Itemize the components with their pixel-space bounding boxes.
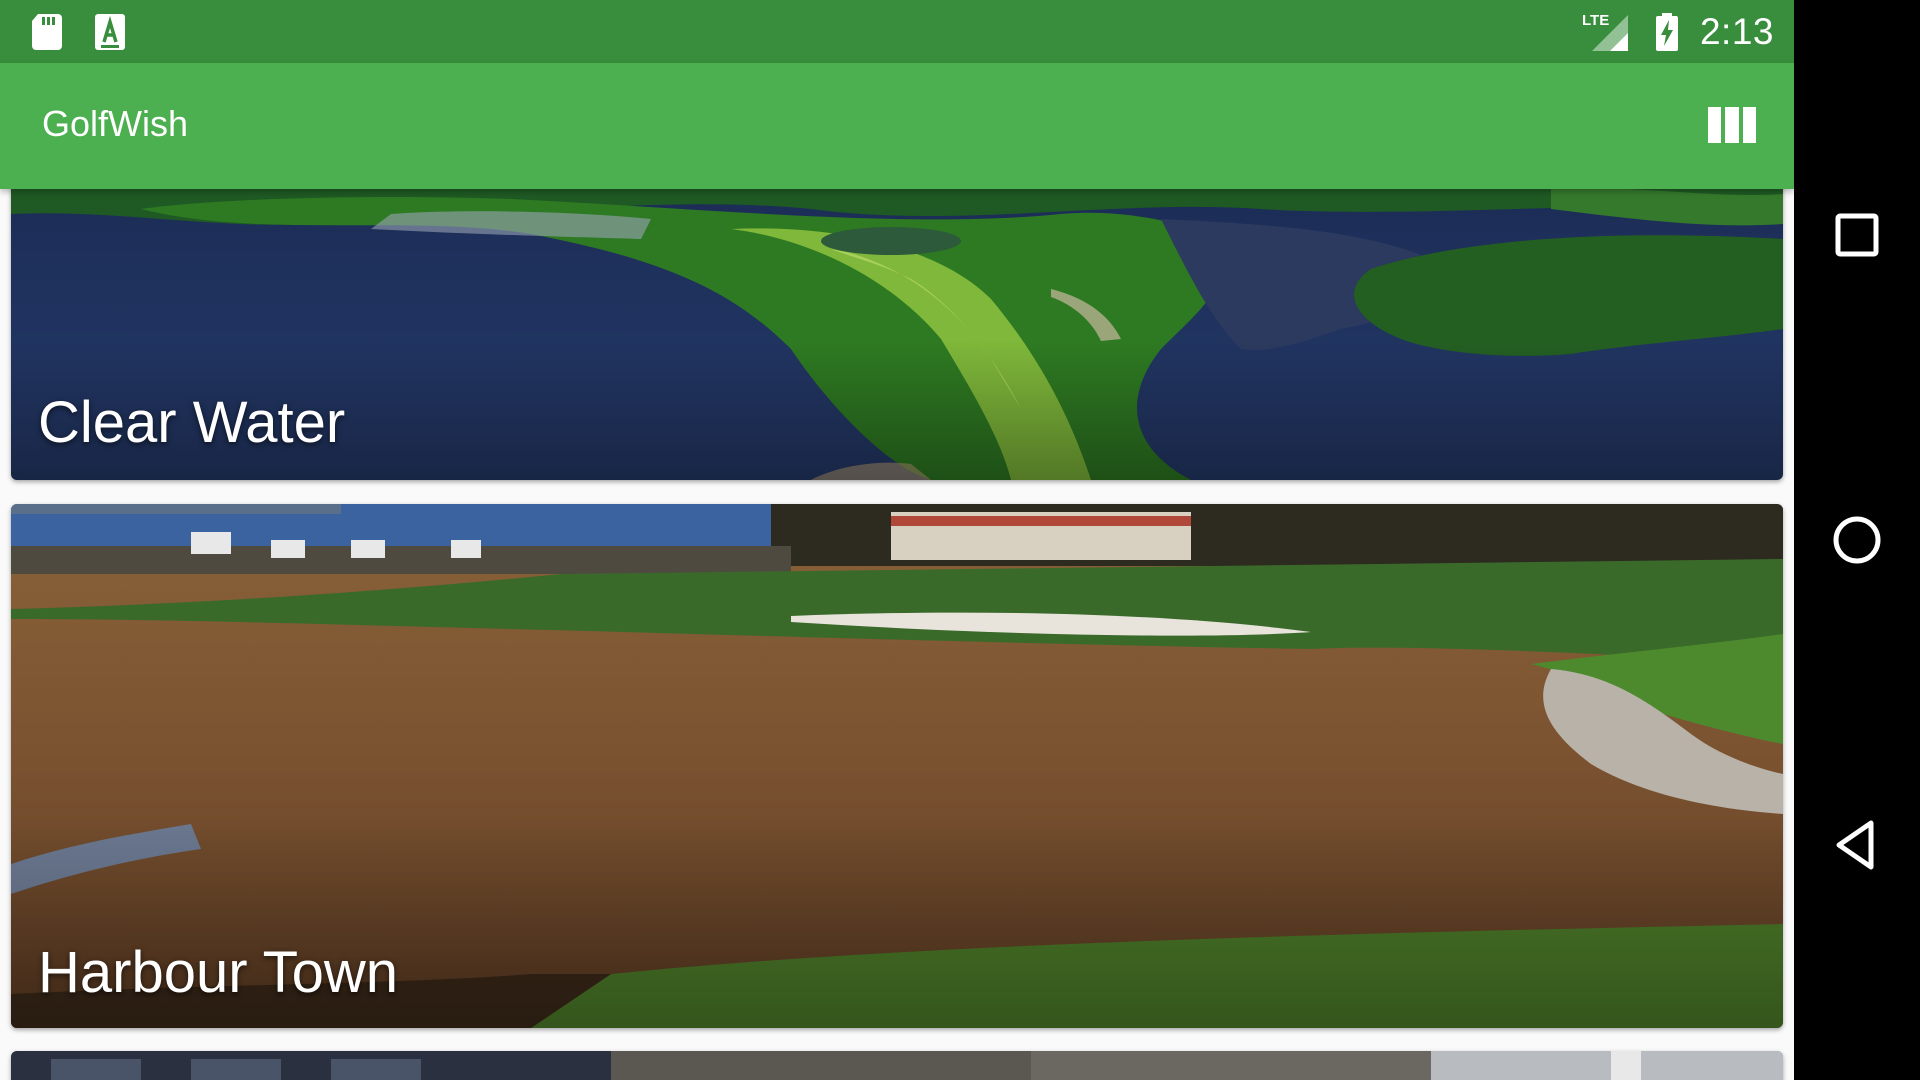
- battery-charging-icon: [1655, 12, 1678, 51]
- app-screen: LTE 2:13 GolfWish Clear Water Harbour To…: [0, 0, 1794, 1080]
- status-bar: LTE 2:13: [0, 0, 1794, 63]
- signal-lte-icon: LTE: [1582, 12, 1628, 51]
- app-title: GolfWish: [42, 103, 189, 144]
- svg-text:LTE: LTE: [1582, 12, 1609, 29]
- home-icon[interactable]: [1827, 510, 1887, 570]
- clock: 2:13: [1699, 10, 1774, 52]
- course-photo: [11, 1051, 1783, 1080]
- app-bar: GolfWish: [0, 63, 1794, 189]
- course-name: Clear Water: [38, 390, 346, 455]
- course-card[interactable]: Clear Water: [11, 189, 1783, 480]
- recents-icon[interactable]: [1827, 205, 1887, 265]
- text-a-icon: [95, 14, 125, 50]
- course-card[interactable]: [11, 1051, 1783, 1080]
- course-name: Harbour Town: [38, 940, 399, 1005]
- sd-card-icon: [32, 14, 62, 50]
- view-column-icon[interactable]: [1708, 107, 1756, 143]
- course-list[interactable]: Clear Water Harbour Town: [0, 189, 1794, 1080]
- status-bar-right: LTE 2:13: [1582, 0, 1774, 63]
- navigation-bar: [1794, 0, 1920, 1080]
- back-icon[interactable]: [1827, 815, 1887, 875]
- course-card[interactable]: Harbour Town: [11, 504, 1783, 1028]
